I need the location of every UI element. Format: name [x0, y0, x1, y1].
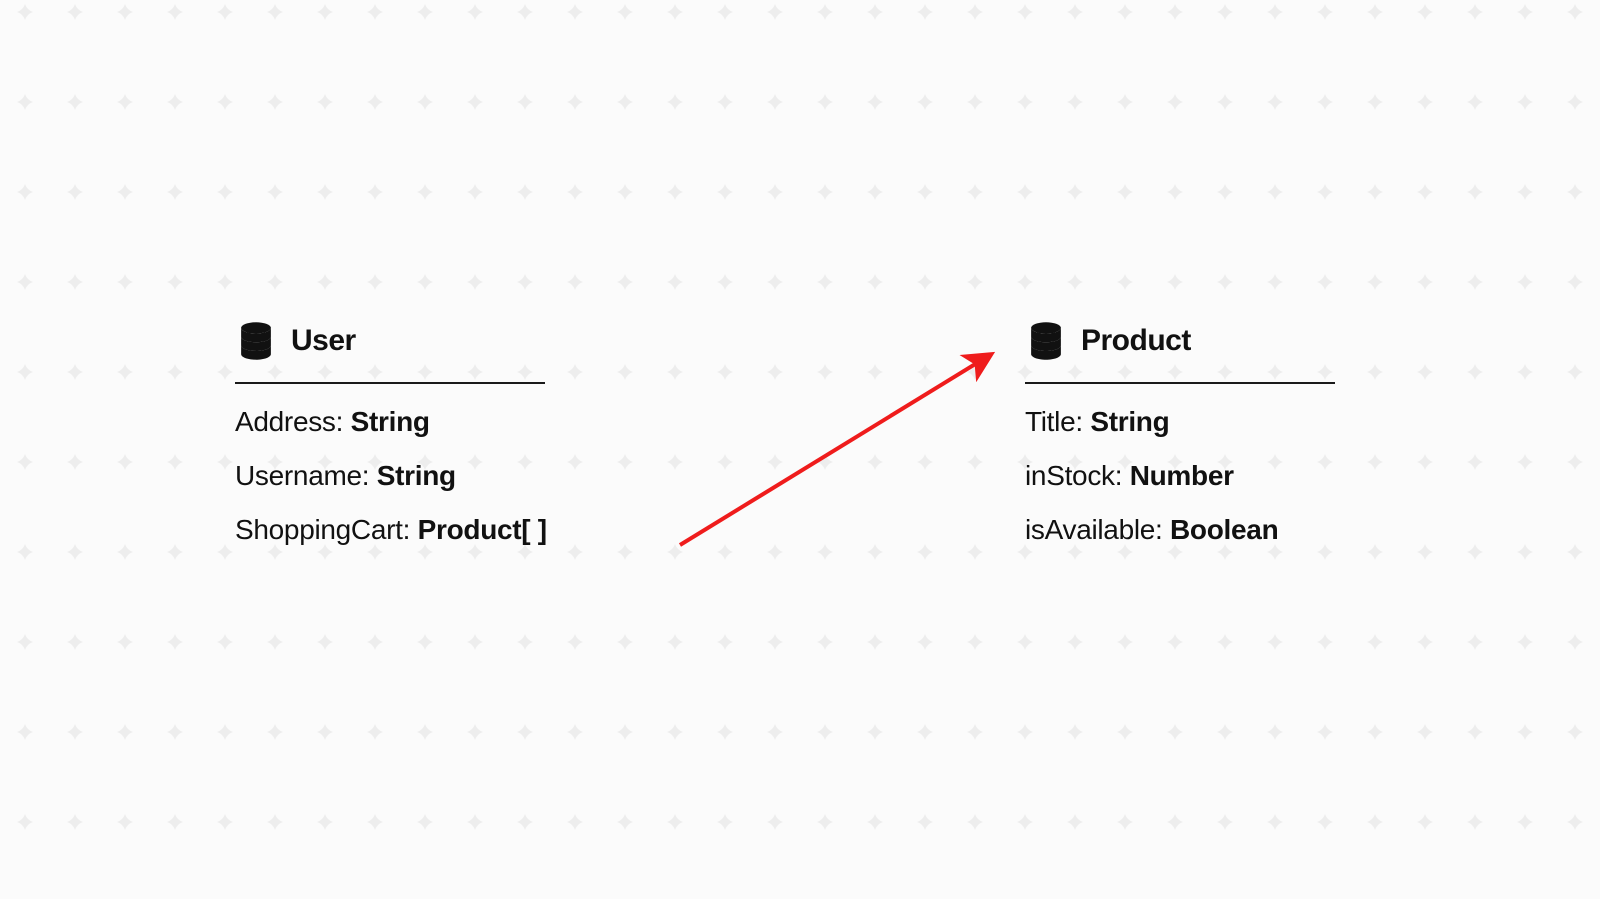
entity-user-header: User [235, 320, 545, 384]
field-product-title: Title: String [1025, 406, 1335, 438]
entity-user-fields: Address: String Username: String Shoppin… [235, 406, 545, 546]
entity-user-title: User [291, 324, 356, 358]
database-icon [1025, 320, 1067, 362]
database-icon [235, 320, 277, 362]
entity-product-fields: Title: String inStock: Number isAvailabl… [1025, 406, 1335, 546]
entity-product-title: Product [1081, 324, 1191, 358]
entity-product: Product Title: String inStock: Number is… [1025, 320, 1335, 546]
field-user-address: Address: String [235, 406, 545, 438]
field-product-instock: inStock: Number [1025, 460, 1335, 492]
diagram-canvas: User Address: String Username: String Sh… [0, 0, 1600, 899]
field-user-shoppingcart: ShoppingCart: Product[ ] [235, 514, 545, 546]
entity-product-header: Product [1025, 320, 1335, 384]
field-product-isavailable: isAvailable: Boolean [1025, 514, 1335, 546]
entity-user: User Address: String Username: String Sh… [235, 320, 545, 546]
field-user-username: Username: String [235, 460, 545, 492]
